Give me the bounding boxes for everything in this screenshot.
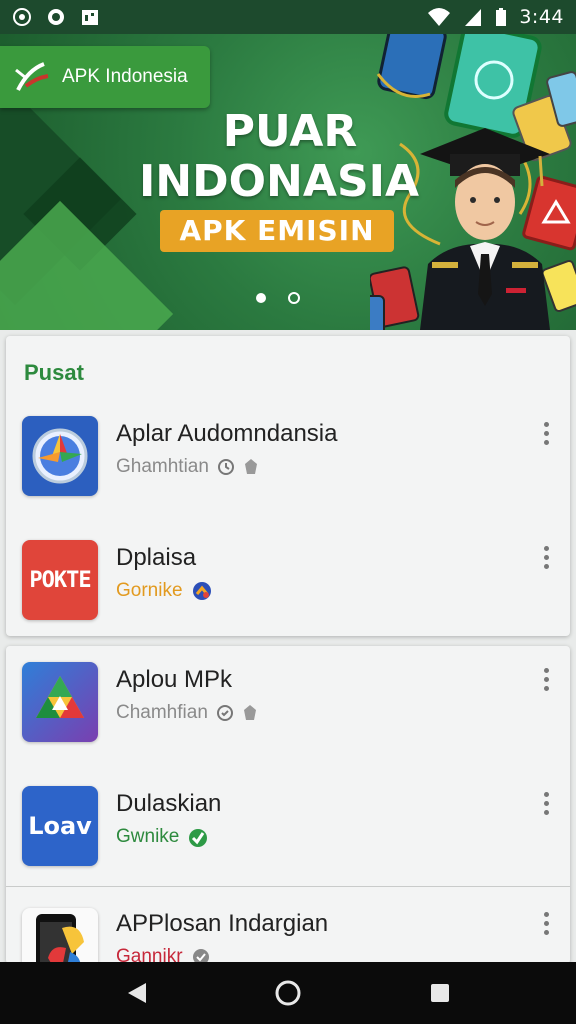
list-item[interactable]: Aplar Audomndansia Ghamhtian — [6, 400, 570, 510]
app-developer: Ghamhtian — [116, 456, 259, 478]
more-options-icon[interactable] — [536, 792, 556, 822]
hero-title-line2: INDONASIA — [138, 156, 420, 207]
carousel-dot-active[interactable] — [256, 293, 266, 303]
more-options-icon[interactable] — [536, 912, 556, 942]
section-title: Pusat — [24, 360, 84, 385]
more-options-icon[interactable] — [536, 668, 556, 698]
compass-app-icon — [22, 416, 98, 496]
verified-badge-icon — [243, 705, 256, 720]
app-name: Dplaisa — [116, 544, 197, 571]
app-developer-name: Chamhfian — [116, 702, 208, 723]
badge-icon — [192, 582, 211, 600]
carousel-indicator — [256, 292, 300, 304]
app-developer: Chamhfian — [116, 702, 258, 724]
featured-section-card: Pusat Aplar Audomndansia Ghamhtian POKTE… — [6, 336, 570, 636]
wifi-icon — [428, 8, 451, 26]
app-name: Dulaskian — [116, 790, 222, 817]
loav-app-icon: Loav — [22, 786, 98, 866]
app-name: Aplar Audomndansia — [116, 420, 338, 447]
phone-app-icon — [22, 908, 98, 964]
hero-tag: APK EMISIN — [160, 210, 394, 252]
more-options-icon[interactable] — [536, 422, 556, 452]
carousel-dot[interactable] — [288, 292, 300, 304]
back-icon[interactable] — [124, 979, 152, 1007]
more-options-icon[interactable] — [536, 546, 556, 576]
list-item[interactable]: Aplou MPk Chamhfian — [6, 646, 570, 756]
battery-icon — [496, 8, 507, 26]
app-name: Aplou MPk — [116, 666, 233, 693]
graduate-illustration — [420, 128, 550, 330]
logo-icon — [15, 62, 49, 91]
clock-badge-icon — [217, 459, 234, 475]
record-icon — [13, 8, 31, 26]
system-nav-bar — [0, 962, 576, 1024]
calendar-icon — [82, 10, 98, 25]
verified-badge-icon — [189, 829, 208, 847]
home-icon[interactable] — [274, 979, 302, 1007]
app-list-card: Aplou MPk Chamhfian Loav Dulaskian Gwnik… — [6, 646, 570, 964]
app-developer-name: Gwnike — [116, 826, 180, 847]
divider — [6, 886, 570, 887]
clock-time: 3:44 — [519, 6, 564, 28]
pokte-app-icon: POKTE — [22, 540, 98, 620]
app-developer: Gwnike — [116, 826, 209, 848]
recents-icon[interactable] — [426, 979, 454, 1007]
verified-badge-icon — [244, 459, 257, 474]
promo-banner[interactable]: APK Indonesia PUAR INDONASIA APK EMISIN — [0, 34, 576, 330]
app-developer-name: Ghamhtian — [116, 456, 209, 477]
sync-icon — [48, 9, 64, 25]
list-item[interactable]: APPlosan Indargian Gannikr — [6, 890, 570, 964]
app-developer-name: Gornike — [116, 580, 183, 601]
app-name: APPlosan Indargian — [116, 910, 329, 937]
brand-name: APK Indonesia — [62, 66, 188, 87]
list-item[interactable]: POKTE Dplaisa Gornike — [6, 524, 570, 634]
drive-app-icon — [22, 662, 98, 742]
app-icon-label: Loav — [28, 812, 92, 840]
brand-chip[interactable]: APK Indonesia — [0, 46, 210, 108]
signal-icon — [465, 9, 482, 26]
hero-title-line1: PUAR — [222, 106, 358, 157]
list-item[interactable]: Loav Dulaskian Gwnike — [6, 770, 570, 880]
app-icon-label: POKTE — [29, 567, 91, 593]
app-developer: Gornike — [116, 580, 213, 602]
status-bar: 3:44 — [0, 0, 576, 34]
clock-badge-icon — [216, 705, 233, 721]
